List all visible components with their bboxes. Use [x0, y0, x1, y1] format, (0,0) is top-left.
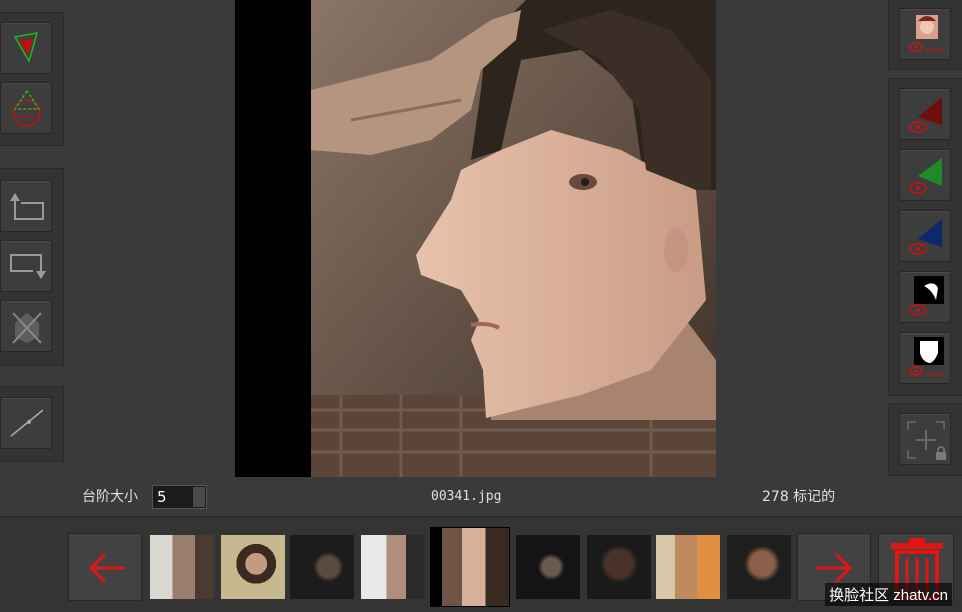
marked-count: 278 标记的 [762, 489, 836, 505]
eyebrow-mask-icon [909, 276, 944, 316]
select-face-mesh-tool-button[interactable] [0, 82, 52, 134]
thumbnail-4[interactable] [361, 535, 425, 599]
line-segment-icon [10, 409, 44, 437]
red-triangle-icon [909, 97, 942, 133]
undo-arrow-icon [10, 193, 44, 220]
previous-image-button[interactable] [68, 533, 142, 601]
redo-arrow-icon [10, 254, 46, 279]
blue-layer-button[interactable] [899, 210, 951, 262]
thumbnail-current[interactable] [430, 527, 510, 607]
file-name: 00341.jpg [431, 489, 502, 504]
triangle-select-icon [13, 32, 39, 63]
image-canvas[interactable] [235, 0, 716, 477]
green-layer-button[interactable] [899, 149, 951, 201]
face-mesh-icon [13, 89, 41, 127]
select-triangle-tool-button[interactable] [0, 22, 52, 74]
line-tool-button[interactable] [0, 397, 52, 449]
layer-badge: 10img [926, 47, 945, 54]
eyebrow-mask-layer-button[interactable] [899, 271, 951, 323]
face-avatar-icon: 10img [909, 15, 945, 54]
add-point-locked-button[interactable] [899, 413, 951, 465]
stepper-down-icon[interactable] [193, 497, 205, 507]
green-triangle-icon [909, 158, 942, 194]
clear-cross-icon [12, 312, 42, 344]
layer-badge: 10img [926, 371, 945, 378]
watermark: 换脸社区 zhatv.cn [825, 583, 952, 606]
thumbnail-1[interactable] [150, 535, 214, 599]
redo-button[interactable] [0, 240, 52, 292]
thumbnail-8[interactable] [656, 535, 720, 599]
thumbnail-2[interactable] [221, 535, 285, 599]
arrow-left-icon [88, 552, 125, 584]
clear-button[interactable] [0, 300, 52, 352]
add-locked-icon [907, 421, 946, 460]
face-photo [311, 0, 716, 477]
step-size-label: 台阶大小 [82, 489, 138, 505]
red-layer-button[interactable] [899, 88, 951, 140]
face-mask-layer-button[interactable]: 10img [899, 332, 951, 384]
thumbnail-3[interactable] [290, 535, 354, 599]
thumbnail-6[interactable] [516, 535, 580, 599]
undo-button[interactable] [0, 180, 52, 232]
face-preview-layer-button[interactable]: 10img [899, 8, 951, 60]
step-size-value[interactable]: 5 [157, 486, 167, 508]
face-mask-icon: 10img [909, 337, 945, 378]
stepper-up-icon[interactable] [193, 487, 205, 497]
thumbnail-9[interactable] [727, 535, 791, 599]
step-size-stepper[interactable]: 5 [152, 485, 207, 509]
thumbnail-7[interactable] [587, 535, 651, 599]
blue-triangle-icon [909, 219, 942, 255]
